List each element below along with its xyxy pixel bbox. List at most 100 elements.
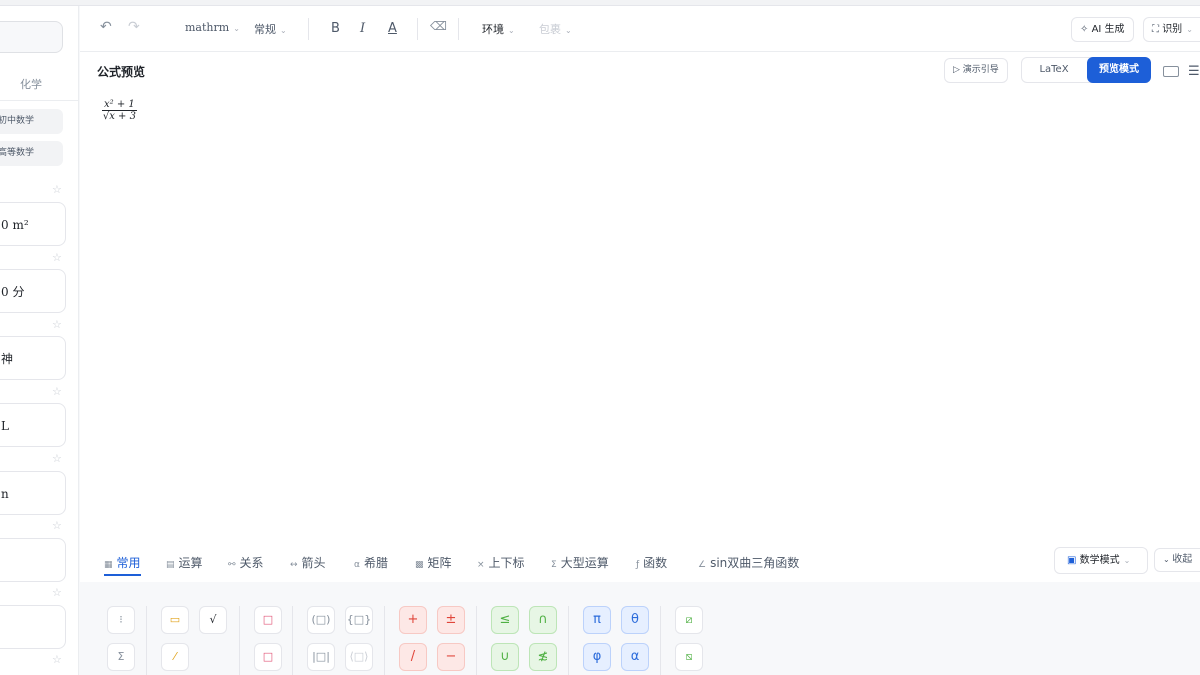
undo-icon[interactable]: ↶ bbox=[100, 19, 112, 35]
tab-label: sin双曲三角函数 bbox=[710, 556, 800, 570]
bold-button[interactable]: B bbox=[331, 21, 340, 36]
latex-mode-button[interactable]: LaTeX bbox=[1022, 58, 1086, 82]
not-leq-button[interactable]: ≴ bbox=[529, 643, 557, 671]
sidebar-category-advanced-math[interactable]: 高等数学 bbox=[0, 141, 63, 166]
recognize-button[interactable]: ⛶ 识别 ⌄ bbox=[1143, 17, 1200, 42]
style-select-value: 常规 bbox=[254, 23, 276, 36]
star-icon[interactable]: ☆ bbox=[52, 183, 62, 196]
intersection-button[interactable]: ∩ bbox=[529, 606, 557, 634]
redo-icon[interactable]: ↷ bbox=[128, 19, 140, 35]
chevron-down-icon: ⌄ bbox=[1186, 25, 1193, 34]
formula-preview[interactable]: x² + 1 √x + 3 bbox=[102, 99, 137, 122]
panel-divider bbox=[476, 606, 477, 675]
tab-label: 关系 bbox=[239, 556, 264, 570]
brace-icon[interactable]: {□} bbox=[345, 606, 373, 634]
cross-cancel-icon[interactable]: ⧅ bbox=[675, 643, 703, 671]
style-select[interactable]: 常规 ⌄ bbox=[254, 21, 287, 37]
formula-card[interactable]: n bbox=[0, 471, 66, 515]
fraction-icon[interactable]: ▭ bbox=[161, 606, 189, 634]
tab-scripts[interactable]: × 上下标 bbox=[477, 554, 525, 571]
menu-icon[interactable]: ☰ bbox=[1188, 65, 1200, 78]
star-icon[interactable]: ☆ bbox=[52, 385, 62, 398]
sidebar-search-input[interactable] bbox=[0, 21, 63, 53]
sidebar-category-junior-math[interactable]: 初中数学 bbox=[0, 109, 63, 134]
wrap-select[interactable]: 包裹 ⌄ bbox=[539, 21, 572, 37]
view-mode-toggle: LaTeX 预览模式 bbox=[1021, 57, 1151, 83]
collapse-button[interactable]: ⌄ 收起 bbox=[1154, 548, 1200, 572]
italic-button[interactable]: I bbox=[360, 21, 365, 36]
angle-bracket-icon[interactable]: ⟨□⟩ bbox=[345, 643, 373, 671]
text-color-button[interactable]: A bbox=[388, 21, 397, 36]
tab-hyperbolic-trig[interactable]: ∠ sin双曲三角函数 bbox=[698, 554, 799, 571]
star-icon[interactable]: ☆ bbox=[52, 586, 62, 599]
star-icon[interactable]: ☆ bbox=[52, 318, 62, 331]
pi-button[interactable]: π bbox=[583, 606, 611, 634]
minus-button[interactable]: − bbox=[437, 643, 465, 671]
panel-divider bbox=[292, 606, 293, 675]
font-select[interactable]: mathrm ⌄ bbox=[185, 21, 240, 34]
alpha-button[interactable]: α bbox=[621, 643, 649, 671]
tab-matrix[interactable]: ▩ 矩阵 bbox=[415, 554, 452, 571]
union-button[interactable]: ∪ bbox=[491, 643, 519, 671]
editor-toolbar: ↶ ↷ mathrm ⌄ 常规 ⌄ B I A ⌫ 环境 ⌄ 包裹 ⌄ ✧ AI 生成 … bbox=[80, 6, 1200, 52]
demo-guide-button[interactable]: ▷ 演示引导 bbox=[944, 58, 1008, 83]
sum-stack-icon[interactable]: Σ bbox=[107, 643, 135, 671]
environment-select[interactable]: 环境 ⌄ bbox=[482, 21, 515, 37]
star-icon[interactable]: ☆ bbox=[52, 251, 62, 264]
eraser-icon[interactable]: ⌫ bbox=[430, 19, 447, 33]
sidebar: 化学 初中数学 高等数学 ☆ 0 m² ☆ 0 分 ☆ 神 ☆ L ☆ n ☆ … bbox=[0, 6, 79, 675]
slash-button[interactable]: / bbox=[399, 643, 427, 671]
symbol-panel: ⁝ Σ ▭ √ ⁄ □ □ (□) {□} |□| ⟨□⟩ + ± / − ≤ … bbox=[80, 582, 1200, 675]
chevron-down-icon: ⌄ bbox=[1123, 556, 1131, 565]
scan-icon: ⛶ bbox=[1152, 24, 1163, 35]
plus-button[interactable]: + bbox=[399, 606, 427, 634]
tab-large-operators[interactable]: Σ 大型运算 bbox=[551, 554, 609, 571]
tab-label: 函数 bbox=[643, 556, 668, 570]
cancel-icon[interactable]: ⧄ bbox=[675, 606, 703, 634]
paren-icon[interactable]: (□) bbox=[307, 606, 335, 634]
formula-card[interactable]: 0 m² bbox=[0, 202, 66, 246]
keyboard-icon[interactable] bbox=[1163, 66, 1179, 77]
panel-divider bbox=[568, 606, 569, 675]
math-mode-select[interactable]: ▣ 数学模式 ⌄ bbox=[1054, 547, 1148, 574]
sigma-icon: Σ bbox=[551, 560, 557, 570]
sidebar-tab-chemistry[interactable]: 化学 bbox=[20, 76, 42, 92]
star-icon[interactable]: ☆ bbox=[52, 519, 62, 532]
plus-minus-button[interactable]: ± bbox=[437, 606, 465, 634]
tab-arrows[interactable]: ↔ 箭头 bbox=[290, 554, 326, 571]
wrap-label: 包裹 bbox=[539, 23, 561, 36]
leq-button[interactable]: ≤ bbox=[491, 606, 519, 634]
superscript-icon[interactable]: □ bbox=[254, 606, 282, 634]
preview-title: 公式预览 bbox=[97, 65, 146, 79]
formula-card[interactable]: 神 bbox=[0, 336, 66, 380]
chevron-down-icon: ⌄ bbox=[565, 26, 572, 35]
tab-relations[interactable]: ⚯ 关系 bbox=[228, 554, 264, 571]
abs-icon[interactable]: |□| bbox=[307, 643, 335, 671]
tab-operations[interactable]: ▤ 运算 bbox=[166, 554, 203, 571]
environment-label: 环境 bbox=[482, 23, 504, 36]
recognize-label: 识别 bbox=[1162, 24, 1183, 35]
tab-common[interactable]: ▦ 常用 bbox=[104, 554, 141, 576]
subscript-icon[interactable]: □ bbox=[254, 643, 282, 671]
chevron-down-icon: ⌄ bbox=[508, 26, 515, 35]
nth-root-icon[interactable]: √ bbox=[199, 606, 227, 634]
math-mode-label: 数学模式 bbox=[1079, 555, 1120, 566]
vertical-stack-icon[interactable]: ⁝ bbox=[107, 606, 135, 634]
toolbar-divider bbox=[417, 18, 418, 40]
theta-button[interactable]: θ bbox=[621, 606, 649, 634]
formula-card[interactable]: 0 分 bbox=[0, 269, 66, 313]
ai-generate-button[interactable]: ✧ AI 生成 bbox=[1071, 17, 1134, 42]
formula-card[interactable] bbox=[0, 538, 66, 582]
tab-greek[interactable]: α 希腊 bbox=[354, 554, 388, 571]
preview-mode-button[interactable]: 预览模式 bbox=[1087, 57, 1151, 83]
phi-button[interactable]: φ bbox=[583, 643, 611, 671]
formula-denominator: √x + 3 bbox=[102, 110, 136, 122]
editor-main: ↶ ↷ mathrm ⌄ 常规 ⌄ B I A ⌫ 环境 ⌄ 包裹 ⌄ ✧ AI 生成 … bbox=[80, 6, 1200, 675]
formula-card[interactable]: L bbox=[0, 403, 66, 447]
star-icon[interactable]: ☆ bbox=[52, 452, 62, 465]
formula-card[interactable] bbox=[0, 605, 66, 649]
slash-fraction-icon[interactable]: ⁄ bbox=[161, 643, 189, 671]
star-icon[interactable]: ☆ bbox=[52, 653, 62, 666]
tab-functions[interactable]: ƒ 函数 bbox=[636, 554, 667, 571]
calculator-icon: ▣ bbox=[1067, 555, 1080, 566]
